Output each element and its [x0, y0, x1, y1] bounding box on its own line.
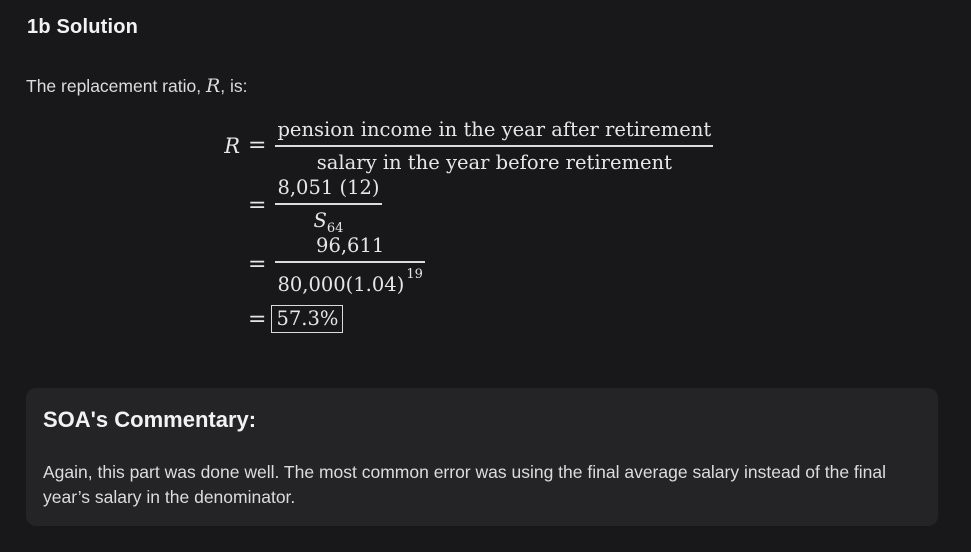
denominator-base: 80,000(1.04) — [277, 272, 405, 296]
denominator-symbol: S — [313, 208, 327, 232]
equation-row-3: = 96,611 80,000(1.04) 19 — [200, 234, 425, 296]
equals-sign: = — [248, 306, 267, 332]
commentary-card: SOA's Commentary: Again, this part was d… — [26, 388, 938, 526]
fraction-denominator: salary in the year before retirement — [316, 150, 672, 174]
section-title: 1b Solution — [27, 16, 139, 38]
fraction-numerator: pension income in the year after retirem… — [277, 118, 712, 141]
fraction-denominator: 80,000(1.04) 19 — [275, 263, 424, 296]
equals-sign: = — [248, 252, 267, 278]
fraction-step-1: pension income in the year after retirem… — [275, 118, 714, 174]
intro-text-after: , is: — [220, 76, 248, 96]
equation-row-1: R = pension income in the year after ret… — [200, 118, 714, 174]
equation-row-2: = 8,051 (12) S64 — [200, 176, 382, 236]
fraction-denominator: S64 — [312, 205, 346, 236]
denominator-exponent: 19 — [406, 266, 423, 282]
fraction-step-2: 8,051 (12) S64 — [275, 176, 382, 236]
equation-row-4: = 57.3% — [200, 305, 344, 333]
intro-variable: R — [205, 75, 221, 97]
fraction-step-3: 96,611 80,000(1.04) 19 — [275, 234, 425, 296]
boxed-result: 57.3% — [271, 305, 344, 333]
fraction-numerator: 96,611 — [316, 234, 385, 257]
equation-lhs: R — [200, 134, 248, 158]
lhs-variable: R — [224, 133, 240, 158]
equals-sign: = — [248, 133, 267, 159]
intro-text: The replacement ratio, R, is: — [26, 75, 248, 97]
commentary-title: SOA's Commentary: — [43, 407, 257, 432]
intro-text-before: The replacement ratio, — [26, 76, 206, 96]
fraction-numerator: 8,051 (12) — [277, 176, 380, 199]
equals-sign: = — [248, 193, 267, 219]
commentary-body: Again, this part was done well. The most… — [43, 462, 887, 507]
